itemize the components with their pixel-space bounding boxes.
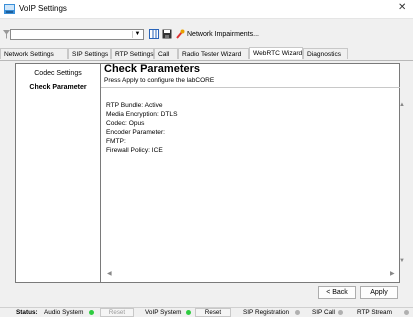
scroll-down-icon[interactable]: ▼ (399, 258, 405, 264)
scroll-left-icon[interactable]: ◀ (107, 270, 112, 277)
voip-system-label: VoIP System (145, 309, 182, 316)
sip-call-label: SIP Call (312, 309, 335, 316)
preset-combo[interactable]: ▼ (10, 29, 144, 40)
window-title: VoIP Settings (19, 4, 67, 13)
parameter-summary: RTP Bundle: Active Media Encryption: DTL… (104, 98, 397, 268)
title-bar: VoIP Settings ✕ (0, 0, 413, 19)
status-label: Status: (16, 309, 38, 316)
wizard-step-nav: Codec Settings Check Parameter (15, 63, 101, 283)
close-icon[interactable]: ✕ (398, 2, 406, 13)
voip-app-icon (4, 4, 15, 14)
sip-registration-label: SIP Registration (243, 309, 290, 316)
tab-call[interactable]: Call (154, 48, 178, 59)
network-impairments-link[interactable]: Network Impairments... (187, 31, 259, 38)
vertical-scrollbar[interactable]: ▲ ▼ (398, 98, 406, 268)
scroll-right-icon[interactable]: ▶ (390, 270, 395, 277)
sip-registration-status-dot (295, 310, 300, 315)
network-impairments-icon[interactable] (176, 29, 185, 39)
summary-line: Media Encryption: DTLS (106, 111, 178, 118)
nav-item-codec-settings[interactable]: Codec Settings (15, 70, 101, 77)
page-title: Check Parameters (104, 63, 201, 75)
tab-bar: Network Settings SIP Settings RTP Settin… (0, 47, 413, 61)
tab-network-settings[interactable]: Network Settings (0, 48, 68, 59)
summary-line: RTP Bundle: Active (106, 102, 163, 109)
tab-webrtc-wizard[interactable]: WebRTC Wizard (249, 47, 303, 59)
scroll-up-icon[interactable]: ▲ (399, 102, 405, 108)
panel-layout-icon[interactable] (149, 29, 159, 39)
summary-line: Encoder Parameter: (106, 129, 166, 136)
summary-line: Firewall Policy: ICE (106, 147, 163, 154)
audio-system-label: Audio System (44, 309, 84, 316)
audio-system-status-dot (89, 310, 94, 315)
sip-call-status-dot (338, 310, 343, 315)
page-subtitle: Press Apply to configure the labCORE (104, 77, 215, 84)
tab-sip-settings[interactable]: SIP Settings (68, 48, 111, 59)
filter-icon[interactable] (3, 30, 10, 39)
summary-line: Codec: Opus (106, 120, 145, 127)
horizontal-scrollbar[interactable]: ◀ ▶ (105, 270, 398, 278)
rtp-stream-label: RTP Stream (357, 309, 392, 316)
nav-item-check-parameter[interactable]: Check Parameter (15, 84, 101, 91)
header-divider (101, 87, 400, 88)
back-button[interactable]: < Back (318, 286, 356, 299)
tab-diagnostics[interactable]: Diagnostics (303, 48, 348, 59)
save-icon[interactable] (162, 29, 172, 39)
voip-system-status-dot (186, 310, 191, 315)
tab-rtp-settings[interactable]: RTP Settings (111, 48, 154, 59)
apply-button[interactable]: Apply (360, 286, 398, 299)
tab-radio-tester-wizard[interactable]: Radio Tester Wizard (178, 48, 249, 59)
summary-line: FMTP: (106, 138, 126, 145)
chevron-down-icon[interactable]: ▼ (132, 31, 142, 38)
rtp-stream-status-dot (404, 310, 409, 315)
